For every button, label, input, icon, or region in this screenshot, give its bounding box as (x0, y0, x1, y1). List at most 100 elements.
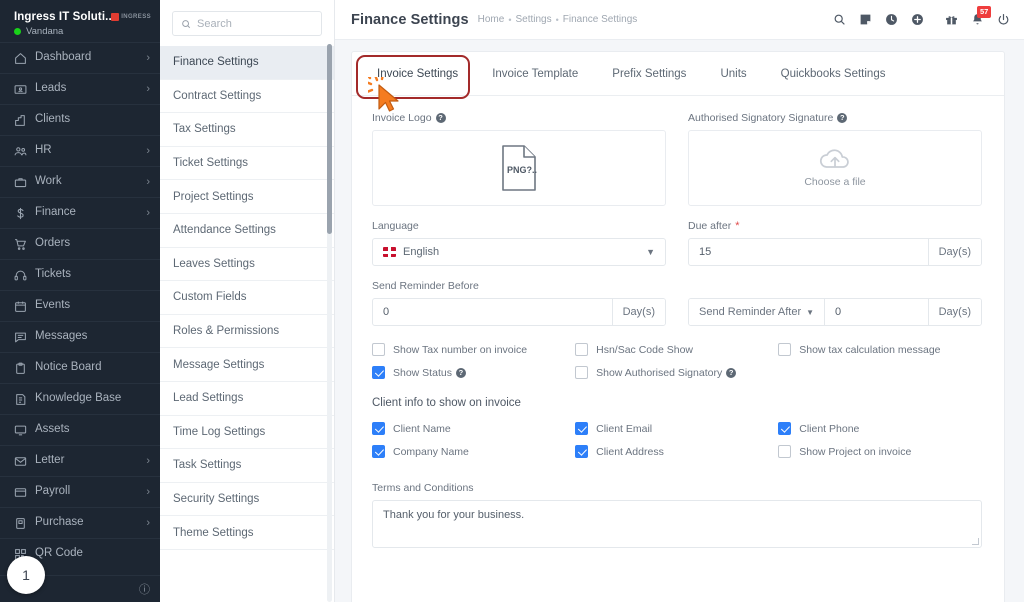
checkbox-company-name[interactable]: Company Name (372, 445, 575, 458)
invoice-logo-dropzone[interactable]: PNG?... (372, 130, 666, 206)
reminder-before-input-group[interactable]: 0 Day(s) (372, 298, 666, 326)
sidebar-item-finance[interactable]: Finance › (0, 197, 160, 228)
sidebar-item-tickets[interactable]: Tickets (0, 259, 160, 290)
checkbox-show-tax-calculation-message[interactable]: Show tax calculation message (778, 343, 981, 356)
users-icon (14, 145, 31, 158)
due-after-suffix: Day(s) (927, 239, 981, 265)
tour-step-badge[interactable]: 1 (7, 556, 45, 594)
settings-item-security-settings[interactable]: Security Settings (160, 483, 334, 517)
sidebar-item-events[interactable]: Events (0, 290, 160, 321)
settings-scrollbar-thumb[interactable] (327, 44, 332, 234)
due-after-input[interactable]: 15 (689, 246, 928, 258)
sidebar-item-clients[interactable]: Clients (0, 104, 160, 135)
tab-invoice-template[interactable]: Invoice Template (475, 52, 595, 96)
reminder-after-input-group[interactable]: Send Reminder After ▼ 0 Day(s) (688, 298, 982, 326)
app-root: Ingress IT Soluti... Vandana INGRESS Das… (0, 0, 1024, 602)
settings-item-attendance-settings[interactable]: Attendance Settings (160, 214, 334, 248)
chevron-right-icon: › (146, 144, 150, 157)
checkbox-box[interactable] (575, 422, 589, 435)
reminder-after-field: Send Reminder After ▼ 0 Day(s) (688, 280, 982, 326)
checkbox-box[interactable] (372, 445, 385, 458)
settings-item-project-settings[interactable]: Project Settings (160, 180, 334, 214)
checkbox-client-name[interactable]: Client Name (372, 422, 575, 435)
search-input[interactable] (197, 17, 313, 30)
topbar-icons: 57 (833, 6, 1010, 26)
clock-icon[interactable] (885, 13, 898, 26)
invoice-logo-field: Invoice Logo ? PNG?... (372, 112, 666, 206)
settings-item-tax-settings[interactable]: Tax Settings (160, 113, 334, 147)
settings-item-contract-settings[interactable]: Contract Settings (160, 80, 334, 114)
sidebar-item-notice-board[interactable]: Notice Board (0, 352, 160, 383)
settings-item-custom-fields[interactable]: Custom Fields (160, 281, 334, 315)
search-box[interactable] (172, 11, 322, 36)
help-icon[interactable]: ? (726, 367, 737, 378)
settings-item-theme-settings[interactable]: Theme Settings (160, 516, 334, 550)
checkbox-box[interactable] (778, 445, 792, 458)
checkbox-show-status[interactable]: Show Status? (372, 366, 575, 379)
sidebar-item-purchase[interactable]: Purchase › (0, 507, 160, 538)
settings-item-roles-permissions[interactable]: Roles & Permissions (160, 315, 334, 349)
resize-grip-icon[interactable] (972, 538, 979, 545)
sidebar-item-assets[interactable]: Assets (0, 414, 160, 445)
tab-invoice-settings[interactable]: Invoice Settings (360, 52, 475, 96)
checkbox-box[interactable] (575, 366, 589, 379)
settings-item-ticket-settings[interactable]: Ticket Settings (160, 147, 334, 181)
search-icon[interactable] (833, 13, 846, 26)
sidebar-item-work[interactable]: Work › (0, 166, 160, 197)
breadcrumb-item[interactable]: Settings (515, 14, 551, 25)
settings-item-finance-settings[interactable]: Finance Settings (160, 46, 334, 80)
tab-units[interactable]: Units (703, 52, 763, 96)
plus-circle-icon[interactable] (911, 13, 924, 26)
sidebar-item-payroll[interactable]: Payroll › (0, 476, 160, 507)
sidebar-item-orders[interactable]: Orders (0, 228, 160, 259)
checkbox-show-project-on-invoice[interactable]: Show Project on invoice (778, 445, 981, 458)
sidebar-item-letter[interactable]: Letter › (0, 445, 160, 476)
checkbox-box[interactable] (372, 422, 385, 435)
terms-textarea[interactable]: Thank you for your business. (372, 500, 982, 548)
settings-item-task-settings[interactable]: Task Settings (160, 449, 334, 483)
help-icon[interactable]: ? (837, 113, 848, 123)
sidebar-item-knowledge-base[interactable]: Knowledge Base (0, 383, 160, 414)
checkbox-show-tax-number-on-invoice[interactable]: Show Tax number on invoice (372, 343, 575, 356)
sidebar-item-hr[interactable]: HR › (0, 135, 160, 166)
checkbox-client-email[interactable]: Client Email (575, 422, 778, 435)
help-icon[interactable]: ? (455, 367, 466, 378)
sidebar-item-dashboard[interactable]: Dashboard › (0, 42, 160, 73)
settings-item-leaves-settings[interactable]: Leaves Settings (160, 248, 334, 282)
tab-prefix-settings[interactable]: Prefix Settings (595, 52, 703, 96)
sidebar-item-leads[interactable]: Leads › (0, 73, 160, 104)
checkbox-box[interactable] (372, 366, 385, 379)
reminder-before-input[interactable]: 0 (373, 306, 612, 318)
settings-item-lead-settings[interactable]: Lead Settings (160, 382, 334, 416)
checkbox-box[interactable] (778, 422, 792, 435)
due-after-input-group[interactable]: 15 Day(s) (688, 238, 982, 266)
signature-dropzone[interactable]: Choose a file (688, 130, 982, 206)
bell-icon[interactable]: 57 (971, 6, 992, 26)
language-select[interactable]: English ▼ (372, 238, 666, 266)
breadcrumb-item[interactable]: Home (478, 14, 505, 25)
brand-block[interactable]: Ingress IT Soluti... Vandana INGRESS (0, 0, 160, 42)
checkbox-hsn-sac-code-show[interactable]: Hsn/Sac Code Show (575, 343, 778, 356)
client-info-heading: Client info to show on invoice (372, 397, 521, 409)
note-icon[interactable] (859, 13, 872, 26)
breadcrumb-item[interactable]: Finance Settings (563, 14, 638, 25)
help-icon[interactable]: ? (435, 113, 446, 123)
tab-quickbooks-settings[interactable]: Quickbooks Settings (764, 52, 903, 96)
checkbox-show-authorised-signatory[interactable]: Show Authorised Signatory? (575, 366, 778, 379)
checkbox-client-phone[interactable]: Client Phone (778, 422, 981, 435)
checkbox-box[interactable] (575, 445, 589, 458)
settings-item-time-log-settings[interactable]: Time Log Settings (160, 416, 334, 450)
checkbox-box[interactable] (575, 343, 589, 356)
question-circle-icon[interactable]: ⓘ (139, 581, 150, 597)
tab-label: Invoice Template (492, 67, 579, 80)
power-icon[interactable] (997, 13, 1010, 26)
checkbox-client-address[interactable]: Client Address (575, 445, 778, 458)
checkbox-box[interactable] (778, 343, 792, 356)
checkbox-box[interactable] (372, 343, 385, 356)
gift-icon[interactable] (945, 13, 958, 26)
settings-item-message-settings[interactable]: Message Settings (160, 348, 334, 382)
sidebar-item-messages[interactable]: Messages (0, 321, 160, 352)
reminder-after-select[interactable]: Send Reminder After ▼ (689, 299, 826, 325)
reminder-after-input[interactable]: 0 (825, 306, 928, 318)
chevron-right-icon: › (146, 51, 150, 64)
